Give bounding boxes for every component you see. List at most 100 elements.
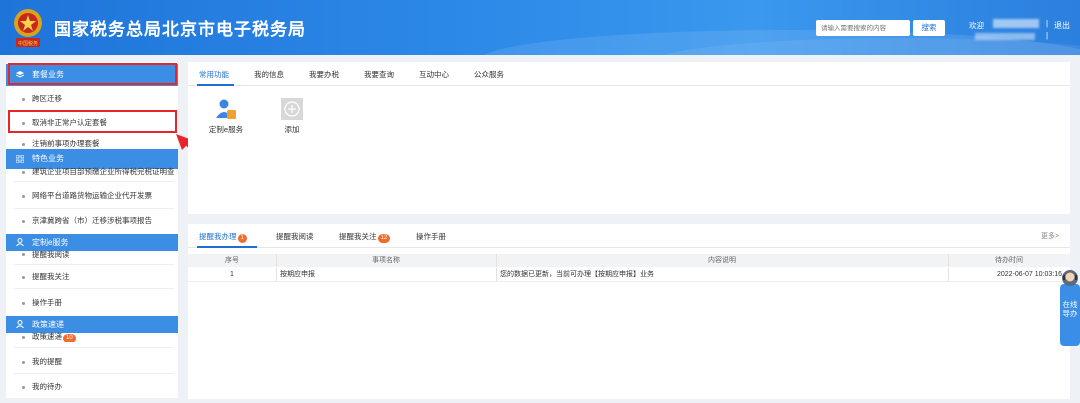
sidebar-item-label: 政策速递	[32, 332, 62, 341]
company-redacted	[975, 33, 1035, 40]
bullet-icon	[22, 336, 25, 339]
reminders-panel: 提醒我办理 1 提醒我阅读 提醒我关注 12 操作手册 更多> 序号 事项名称 内容…	[188, 224, 1070, 399]
tab-public-service[interactable]: 公众服务	[474, 69, 504, 80]
bullet-icon	[22, 171, 25, 174]
sidebar-section-policy[interactable]: 政策速递	[6, 316, 178, 333]
bullet-icon	[22, 195, 25, 198]
sidebar-item-label: 提醒我阅读	[32, 250, 70, 259]
common-functions-panel: 常用功能 我的信息 我要办税 我要查询 互动中心 公众服务 定制e服务 添加	[188, 62, 1070, 214]
column-header: 事项名称	[372, 257, 400, 264]
active-tab-indicator	[197, 84, 234, 86]
sidebar-section-custom-service[interactable]: 定制e服务	[6, 234, 178, 251]
header-separator: |	[1046, 19, 1049, 28]
main-tabs: 常用功能 我的信息 我要办税 我要查询 互动中心 公众服务	[188, 62, 1070, 86]
bullet-icon	[22, 386, 25, 389]
sidebar-item-my-reminders[interactable]: 我的提醒	[6, 354, 174, 370]
sidebar-item-construction-prepay[interactable]: 建筑企业项目部预缴企业所得税完税证明查送	[6, 166, 174, 178]
site-title: 国家税务总局北京市电子税务局	[54, 20, 306, 39]
divider	[14, 208, 174, 209]
highlight-box-cancel-abnormal	[8, 110, 177, 133]
user-icon	[16, 320, 24, 328]
sidebar-item-label: 网络平台道路货物运输企业代开发票	[32, 191, 152, 200]
table-row[interactable]: 1 按期应申报 您的数据已更新，当前可办理【按期应申报】业务 2022-06-0…	[188, 268, 1070, 282]
sidebar-item-label: 我的提醒	[32, 357, 62, 366]
bullet-icon	[22, 361, 25, 364]
active-tab-indicator	[197, 246, 257, 248]
search-input[interactable]	[816, 20, 910, 36]
sidebar-section-label: 政策速递	[32, 320, 64, 329]
divider	[14, 181, 174, 182]
sidebar-item-manual[interactable]: 操作手册	[6, 295, 174, 311]
tab-interaction[interactable]: 互动中心	[419, 69, 449, 80]
divider	[14, 373, 174, 374]
divider	[496, 254, 497, 267]
bullet-icon	[22, 253, 25, 256]
sidebar-item-remind-follow[interactable]: 提醒我关注	[6, 269, 174, 285]
tab-remind-handle[interactable]: 提醒我办理 1	[199, 231, 247, 243]
sidebar-item-label: 注销前事项办理套餐	[32, 139, 100, 148]
top-header: 中国税务 国家税务总局北京市电子税务局 搜索 欢迎 | | 退出	[0, 0, 1080, 55]
sidebar-item-remind-read[interactable]: 提醒我阅读	[6, 250, 174, 259]
welcome-label: 欢迎	[969, 21, 984, 30]
tab-manual[interactable]: 操作手册	[416, 231, 446, 242]
divider	[14, 347, 174, 348]
divider	[496, 268, 497, 281]
plus-icon	[281, 98, 303, 120]
sidebar-item-cross-district-migration[interactable]: 跨区迁移	[6, 91, 174, 107]
sidebar-item-label: 跨区迁移	[32, 94, 62, 103]
grid-icon	[16, 155, 24, 163]
table-header: 序号 事项名称 内容说明 待办时间	[188, 254, 1070, 267]
sidebar-item-label: 操作手册	[32, 298, 62, 307]
tab-remind-follow[interactable]: 提醒我关注 12	[339, 231, 391, 243]
divider	[276, 254, 277, 267]
column-header: 待办时间	[995, 257, 1023, 264]
row-time: 2022-06-07 10:03:16	[997, 271, 1062, 278]
sidebar-item-pre-cancellation[interactable]: 注销前事项办理套餐	[6, 139, 174, 149]
divider	[948, 254, 949, 267]
row-description: 您的数据已更新，当前可办理【按期应申报】业务	[500, 271, 654, 278]
tab-query[interactable]: 我要查询	[364, 69, 394, 80]
bullet-icon	[22, 98, 25, 101]
header-separator: |	[1046, 31, 1049, 40]
app-add[interactable]: 添加	[276, 98, 308, 135]
bullet-icon	[22, 220, 25, 223]
reminder-tabs: 提醒我办理 1 提醒我阅读 提醒我关注 12 操作手册 更多>	[188, 224, 1070, 248]
person-icon	[216, 99, 236, 119]
online-guide-widget[interactable]: 在线导办	[1058, 266, 1080, 346]
column-header: 序号	[225, 257, 239, 264]
divider	[276, 268, 277, 281]
tab-remind-read[interactable]: 提醒我阅读	[276, 231, 314, 242]
sidebar-item-label: 我的待办	[32, 382, 62, 391]
tab-my-info[interactable]: 我的信息	[254, 69, 284, 80]
logout-link[interactable]: 退出	[1054, 20, 1070, 31]
policy-count-badge: 10	[63, 334, 76, 342]
bullet-icon	[22, 276, 25, 279]
online-guide-label: 在线导办	[1062, 300, 1078, 318]
bullet-icon	[22, 143, 25, 146]
more-link[interactable]: 更多>	[1041, 231, 1059, 241]
sidebar-item-my-todo[interactable]: 我的待办	[6, 379, 174, 395]
sidebar-section-label: 特色业务	[32, 154, 64, 163]
app-custom-e-service[interactable]: 定制e服务	[206, 98, 246, 135]
app-label: 定制e服务	[208, 125, 244, 134]
divider	[948, 268, 949, 281]
sidebar-section-label: 定制e服务	[32, 238, 69, 247]
sidebar-item-policy[interactable]: 政策速递 10	[6, 332, 174, 342]
sidebar-item-label: 建筑企业项目部预缴企业所得税完税证明查送	[32, 167, 174, 176]
tab-tax-handling[interactable]: 我要办税	[309, 69, 339, 80]
column-header: 内容说明	[708, 257, 736, 264]
tab-common[interactable]: 常用功能	[199, 69, 229, 80]
tab-count-badge: 12	[377, 234, 391, 243]
divider	[14, 288, 174, 289]
sidebar-item-online-freight-invoice[interactable]: 网络平台道路货物运输企业代开发票	[6, 188, 174, 204]
row-item-name[interactable]: 按期应申报	[280, 268, 496, 282]
search-button[interactable]: 搜索	[913, 20, 945, 36]
app-label: 添加	[284, 125, 300, 134]
bullet-icon	[22, 302, 25, 305]
sidebar-item-label: 京津冀跨省（市）迁移涉税事项报告	[32, 216, 152, 225]
sidebar-item-jjj-migration[interactable]: 京津冀跨省（市）迁移涉税事项报告	[6, 213, 174, 229]
highlight-box-package	[8, 63, 177, 85]
tab-count-badge: 1	[237, 234, 247, 243]
user-icon	[16, 238, 24, 246]
sidebar-item-label: 提醒我关注	[32, 272, 70, 281]
